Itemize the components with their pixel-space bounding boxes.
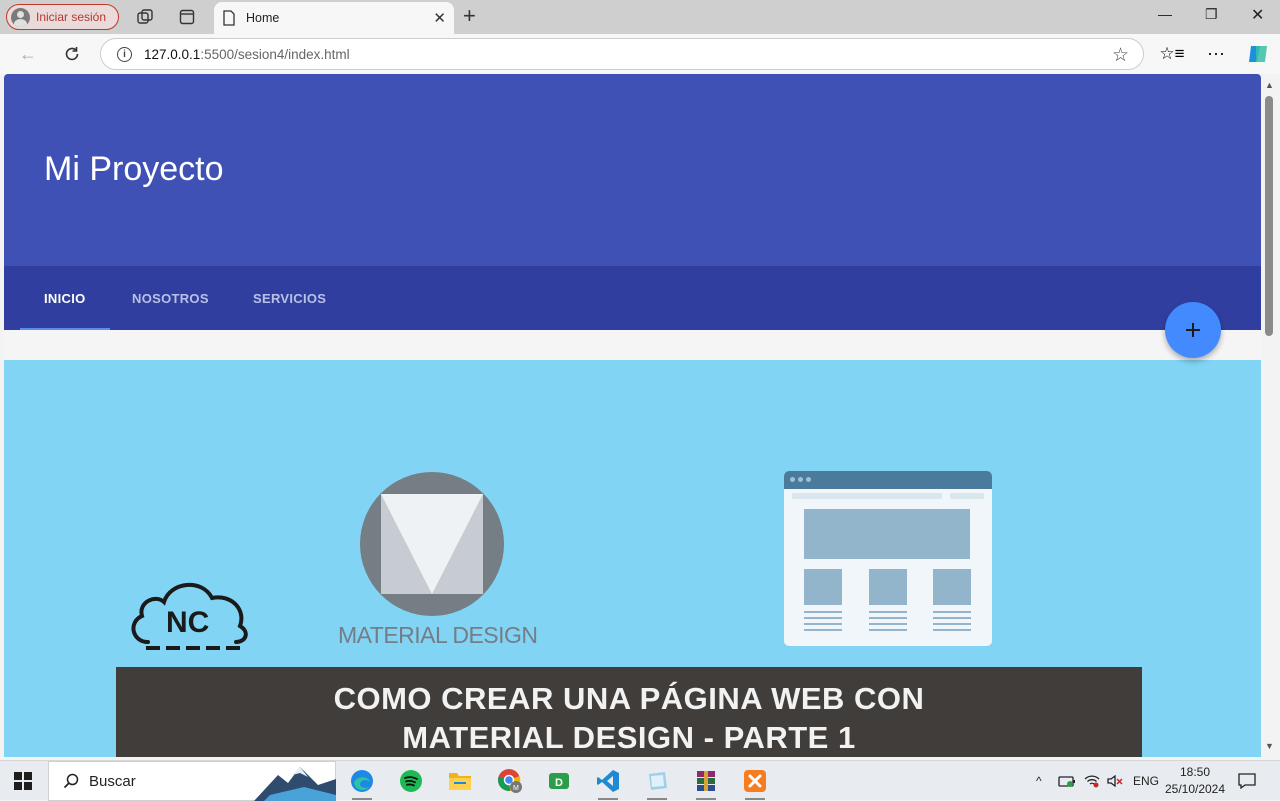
tab-title: Home [246, 11, 280, 25]
clock[interactable]: 18:50 25/10/2024 [1160, 764, 1230, 798]
banner-title-line2: MATERIAL DESIGN - PARTE 1 [402, 720, 856, 755]
volume-muted-icon[interactable] [1106, 761, 1124, 801]
search-highlight-image [254, 767, 336, 801]
minimize-icon[interactable]: — [1158, 6, 1172, 22]
active-tab-indicator [20, 328, 110, 330]
tab-label: NOSOTROS [132, 290, 209, 306]
close-window-icon[interactable]: ✕ [1251, 5, 1264, 25]
tab-nosotros[interactable]: NOSOTROS [132, 266, 209, 330]
nav-tabs: INICIO NOSOTROS SERVICIOS [4, 266, 1261, 330]
page-icon [223, 10, 235, 26]
hero-header: Mi Proyecto [4, 74, 1261, 266]
favorite-star-icon[interactable]: ☆ [1112, 44, 1129, 67]
nc-cloud-logo: NC [131, 582, 248, 650]
banner-image: NC MATERIAL DESIGN COMO CREAR UNA PÁGINA… [4, 360, 1261, 757]
file-explorer-taskbar-icon[interactable] [441, 765, 479, 797]
banner-title-box: COMO CREAR UNA PÁGINA WEB CON MATERIAL D… [116, 667, 1142, 757]
winrar-taskbar-icon[interactable] [687, 765, 725, 800]
url-host: 127.0.0.1 [144, 46, 201, 62]
refresh-icon[interactable] [58, 40, 86, 68]
scroll-up-icon[interactable]: ▲ [1265, 80, 1274, 90]
avatar-icon [11, 7, 30, 27]
tab-label: INICIO [44, 290, 86, 306]
tab-servicios[interactable]: SERVICIOS [253, 266, 326, 330]
windows-taskbar: Buscar M D ^ ENG 18:50 25/10/2024 [0, 760, 1280, 801]
clock-time: 18:50 [1179, 765, 1211, 779]
tab-inicio[interactable]: INICIO [20, 266, 110, 330]
svg-text:M: M [513, 785, 519, 792]
add-fab-button[interactable] [1165, 302, 1221, 358]
scroll-down-icon[interactable]: ▼ [1265, 741, 1274, 751]
plus-icon [1186, 323, 1200, 337]
battery-icon[interactable] [1058, 761, 1076, 801]
profile-button[interactable]: Iniciar sesión [6, 4, 119, 30]
notifications-icon[interactable] [1238, 761, 1256, 801]
cloud-text: NC [166, 606, 209, 639]
page-viewport: Mi Proyecto INICIO NOSOTROS SERVICIOS NC… [4, 74, 1261, 757]
profile-label: Iniciar sesión [36, 10, 107, 24]
page-title: Mi Proyecto [44, 150, 224, 188]
workspaces-icon[interactable] [131, 3, 159, 31]
vscode-taskbar-icon[interactable] [589, 765, 627, 800]
favorites-icon[interactable]: ☆≡ [1158, 40, 1186, 68]
tab-actions-icon[interactable] [173, 3, 201, 31]
url-path: :5500/sesion4/index.html [200, 46, 350, 62]
spotify-taskbar-icon[interactable] [392, 765, 430, 797]
chrome-taskbar-icon[interactable]: M [491, 765, 529, 797]
address-bar[interactable]: i 127.0.0.1:5500/sesion4/index.html ☆ [100, 38, 1144, 70]
start-button[interactable] [14, 772, 32, 790]
close-tab-icon[interactable]: ✕ [433, 9, 446, 27]
svg-text:D: D [555, 777, 563, 789]
dropbox-taskbar-icon[interactable]: D [540, 765, 578, 797]
search-icon [63, 773, 79, 789]
material-design-text: MATERIAL DESIGN [338, 622, 538, 648]
more-menu-icon[interactable]: ··· [1202, 39, 1230, 67]
tab-label: SERVICIOS [253, 290, 327, 306]
back-icon[interactable]: ← [14, 40, 42, 68]
edge-taskbar-icon[interactable] [343, 765, 381, 800]
xampp-taskbar-icon[interactable] [736, 765, 774, 800]
browser-tabbar: Iniciar sesión Home ✕ + — ❐ ✕ [0, 0, 1280, 34]
language-indicator[interactable]: ENG [1133, 761, 1159, 801]
browser-tab-home[interactable]: Home ✕ [214, 2, 454, 34]
material-design-logo [360, 472, 504, 616]
browser-toolbar: ← i 127.0.0.1:5500/sesion4/index.html ☆ … [0, 34, 1280, 74]
search-label: Buscar [89, 772, 136, 790]
show-hidden-icons[interactable]: ^ [1036, 761, 1042, 801]
site-info-icon[interactable]: i [117, 46, 132, 62]
banner-title-line1: COMO CREAR UNA PÁGINA WEB CON [333, 681, 925, 716]
wifi-icon[interactable] [1083, 761, 1101, 801]
copilot-icon[interactable] [1244, 40, 1272, 68]
notepad-taskbar-icon[interactable] [638, 765, 676, 800]
clock-date: 25/10/2024 [1164, 782, 1226, 796]
new-tab-icon[interactable]: + [463, 4, 476, 28]
page-scrollbar[interactable]: ▲ ▼ [1261, 74, 1280, 757]
browser-illustration [784, 471, 992, 646]
restore-icon[interactable]: ❐ [1205, 6, 1218, 23]
scrollbar-thumb[interactable] [1265, 96, 1273, 336]
